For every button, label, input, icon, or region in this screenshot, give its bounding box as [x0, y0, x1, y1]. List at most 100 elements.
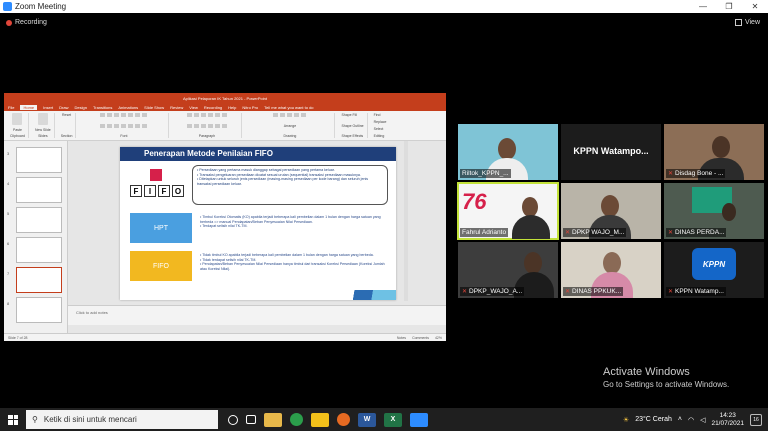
- tab-view[interactable]: View: [189, 105, 198, 110]
- clock-time: 14:23: [719, 411, 736, 419]
- participant-tile[interactable]: KPPN Watampo...: [561, 124, 661, 180]
- tab-nitro-pro[interactable]: Nitro Pro: [242, 105, 258, 110]
- firefox-icon[interactable]: [337, 413, 350, 426]
- watermark-subtitle: Go to Settings to activate Windows.: [603, 380, 730, 389]
- new-slide-icon[interactable]: [37, 113, 48, 125]
- fifo-label-box: FIFO: [130, 251, 192, 281]
- chrome-icon[interactable]: [290, 413, 303, 426]
- shape-effects-button[interactable]: Shape Effects: [341, 134, 363, 138]
- tab-slide-show[interactable]: Slide Show: [144, 105, 164, 110]
- tab-draw[interactable]: Draw: [59, 105, 68, 110]
- participant-tile[interactable]: ✕ Disdag Bone - ...: [664, 124, 764, 180]
- participant-tile-active-speaker[interactable]: 76 Fahrul Adrianto: [457, 182, 559, 240]
- shape-fill-button[interactable]: Shape Fill: [341, 113, 357, 117]
- zoom-app-icon: [3, 2, 12, 11]
- close-button[interactable]: ✕: [742, 0, 768, 13]
- current-slide[interactable]: Penerapan Metode Penilaian FIFO F I F O …: [120, 147, 396, 300]
- participant-tile[interactable]: ✕ DPKP_WAJO_A...: [458, 242, 558, 298]
- participant-tile[interactable]: Riltok_KPPN_...: [458, 124, 558, 180]
- replace-button[interactable]: Replace: [374, 120, 387, 124]
- sticky-notes-icon[interactable]: [311, 412, 329, 427]
- tab-file[interactable]: File: [8, 105, 14, 110]
- network-icon[interactable]: ◠: [688, 416, 694, 424]
- shape-outline-button[interactable]: Shape Outline: [341, 124, 363, 128]
- recording-label: Recording: [15, 19, 47, 26]
- mic-muted-icon: ✕: [565, 229, 571, 236]
- tab-transitions[interactable]: Transitions: [93, 105, 112, 110]
- watermark-title: Activate Windows: [603, 366, 690, 378]
- mic-muted-icon: ✕: [668, 288, 674, 295]
- taskbar-search[interactable]: ⚲ Ketik di sini untuk mencari: [26, 410, 218, 429]
- paste-label[interactable]: Paste: [13, 128, 22, 132]
- slide-title: Penerapan Metode Penilaian FIFO: [120, 147, 396, 161]
- cube-letter: F: [130, 185, 142, 197]
- view-label: View: [744, 19, 760, 26]
- participant-tile[interactable]: KPPN ✕ KPPN Watamp...: [664, 242, 764, 298]
- file-explorer-icon[interactable]: [264, 412, 282, 427]
- group-label: Font: [120, 134, 128, 138]
- volume-icon[interactable]: ◁: [700, 416, 705, 424]
- slide-thumbnail[interactable]: [16, 297, 62, 323]
- notification-center-icon[interactable]: 16: [750, 413, 762, 426]
- tab-review[interactable]: Review: [170, 105, 183, 110]
- meeting-area: Recording View Aplikasi Pelaporan IK Tah…: [0, 13, 768, 408]
- zoom-level[interactable]: 42%: [435, 336, 442, 340]
- comments-toggle[interactable]: Comments: [412, 336, 429, 340]
- section-button[interactable]: Section: [61, 134, 73, 138]
- notes-toggle[interactable]: Notes: [397, 336, 406, 340]
- slide-thumbnail-selected[interactable]: [16, 267, 62, 293]
- start-button[interactable]: [0, 408, 26, 431]
- mic-muted-icon: ✕: [668, 229, 674, 236]
- participant-tile[interactable]: ✕ DINAS PPKUK...: [561, 242, 661, 298]
- participant-face: [601, 195, 619, 217]
- find-button[interactable]: Find: [374, 113, 381, 117]
- ppt-title-bar: Aplikasi Pelaporan IK Tahun 2021 - Power…: [4, 93, 446, 103]
- bullet-item: • Terdapat selisih nilai TK-TM.: [200, 224, 248, 229]
- minimize-button[interactable]: —: [690, 0, 716, 13]
- excel-icon[interactable]: X: [384, 412, 402, 427]
- view-button[interactable]: View: [734, 19, 760, 26]
- paste-icon[interactable]: [12, 113, 23, 125]
- tab-recording[interactable]: Recording: [204, 105, 222, 110]
- task-view-icon[interactable]: [246, 415, 256, 424]
- tab-insert[interactable]: Insert: [43, 105, 53, 110]
- slide-thumbnail[interactable]: [16, 177, 62, 203]
- fifo-bullets: • Tidak timbul KO apabila terjadi bebera…: [200, 253, 388, 271]
- participant-tile[interactable]: ✕ DPKP WAJO_M...: [561, 183, 661, 239]
- ppt-ribbon-tabs: File Home Insert Draw Design Transitions…: [4, 103, 446, 111]
- tab-design[interactable]: Design: [74, 105, 86, 110]
- arrange-button[interactable]: Arrange: [284, 124, 296, 128]
- slide-thumbnail[interactable]: [16, 207, 62, 233]
- thumb-number: 3: [7, 151, 10, 156]
- tab-animations[interactable]: Animations: [118, 105, 138, 110]
- zoom-taskbar-icon[interactable]: [410, 412, 428, 427]
- new-slide-label[interactable]: New Slide: [35, 128, 51, 132]
- thumb-number: 4: [7, 181, 10, 186]
- slide-scrollbar[interactable]: [404, 141, 408, 301]
- red-cube-icon: [150, 169, 162, 181]
- group-label: Drawing: [283, 134, 297, 138]
- tray-chevron-icon[interactable]: ˄: [678, 416, 682, 423]
- word-icon[interactable]: W: [358, 412, 376, 427]
- cortana-icon[interactable]: [228, 414, 238, 425]
- tab-home[interactable]: Home: [20, 104, 38, 110]
- weather-text[interactable]: 23°C Cerah: [635, 416, 672, 423]
- participant-tile[interactable]: ✕ DINAS PERDA...: [664, 183, 764, 239]
- tell-me-search[interactable]: Tell me what you want to do: [264, 105, 313, 110]
- independence-76-logo: 76: [462, 189, 487, 214]
- slide-thumbnail[interactable]: [16, 147, 62, 173]
- slide-thumbnail[interactable]: [16, 237, 62, 263]
- select-button[interactable]: Select: [374, 127, 384, 131]
- participant-face: [498, 138, 516, 160]
- tab-help[interactable]: Help: [228, 105, 236, 110]
- participant-name: Fahrul Adrianto: [460, 228, 509, 237]
- participant-name: ✕ DINAS PERDA...: [666, 228, 727, 237]
- participant-face: [712, 136, 730, 158]
- notes-pane[interactable]: Click to add notes: [68, 305, 446, 325]
- cube-letter: F: [158, 185, 170, 197]
- recording-indicator[interactable]: Recording: [6, 19, 47, 26]
- reset-button[interactable]: Reset: [62, 113, 71, 117]
- mic-muted-icon: ✕: [462, 288, 468, 295]
- maximize-button[interactable]: ❐: [716, 0, 742, 13]
- taskbar-clock[interactable]: 14:23 21/07/2021: [711, 412, 744, 428]
